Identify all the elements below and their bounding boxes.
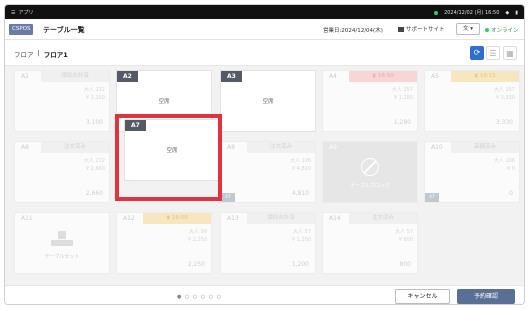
table-status: ⧗ 16:15 (451, 71, 519, 82)
table-card-a1[interactable]: A1 領収合計済 大人 212 ¥ 3,100 3,100 (14, 70, 110, 132)
table-card-a5[interactable]: A5 ⧗ 16:15 大人 157 ¥ 3,330 3,330 (424, 70, 520, 132)
table-set-icon (51, 231, 73, 247)
table-meta: 大人 57 ¥ 1,200 (291, 229, 311, 243)
table-card-a13[interactable]: A13 領収合計済 大人 57 ¥ 1,200 1,200 (220, 212, 316, 274)
business-date: 営業日:2024/12/04(木) (323, 28, 383, 34)
table-card-a10[interactable]: A10 高額済み 大人 106 ¥ 0 0 47 (424, 141, 520, 203)
table-meta: 大人 99 ¥ 2,250 (187, 229, 207, 243)
table-label: A5 (431, 73, 439, 80)
support-link[interactable]: サポートサイト (398, 25, 445, 33)
breadcrumb: フロア | フロア1 (14, 49, 68, 59)
table-status: ⧗ 16:50 (349, 71, 417, 82)
online-label: オンライン (491, 28, 519, 34)
table-label: A14 (329, 215, 341, 222)
crumb-floor[interactable]: フロア (14, 49, 34, 59)
cancel-button[interactable]: キャンセル (395, 289, 450, 304)
support-label: サポートサイト (406, 27, 445, 33)
language-select[interactable]: 文 ▾ (456, 23, 480, 35)
online-dot-icon (485, 28, 489, 32)
table-label: A10 (431, 144, 443, 151)
table-amount: 800 (399, 261, 411, 268)
table-status: 領収合計済 (247, 213, 315, 224)
tablet-frame: ☰ アプリ 2024/12/02 (月) 16:50 ◆ ▮ CSPOS テーブ… (4, 4, 525, 305)
app-label: アプリ (18, 10, 34, 16)
table-status: 領収合計済 (41, 71, 109, 82)
table-meta: 大人 157 ¥ 1,280 (391, 87, 413, 101)
table-status: 高額済み (451, 142, 519, 153)
battery-icon: ▮ (515, 9, 518, 16)
table-card-a11[interactable]: A11 テーブルセット (14, 212, 110, 274)
list-view-icon[interactable]: ☰ (486, 46, 500, 60)
table-label: A3 (221, 71, 242, 82)
table-status: ⧗ 16:50 (143, 213, 211, 224)
selection-highlight (115, 114, 222, 201)
table-vacant-label: 空席 (262, 99, 274, 105)
page-indicator[interactable]: ● ○ ○ ○ ○ ○ (177, 294, 222, 300)
table-set-label: テーブルセット (44, 254, 80, 260)
table-amount: 1,280 (393, 119, 411, 126)
table-time-badge: 47 (425, 193, 439, 202)
table-grid: A1 領収合計済 大人 212 ¥ 3,100 3,100 A2 空席 A3 空… (14, 70, 520, 274)
brand-logo: CSPOS (9, 24, 34, 35)
table-card-a8[interactable]: A8 注文済み 大人 106 ¥ 4,810 4,810 47 (220, 141, 316, 203)
table-label: A13 (227, 215, 239, 222)
table-meta: 大人 57 ¥ 800 (395, 229, 413, 243)
table-card-a3[interactable]: A3 空席 (220, 70, 316, 132)
table-block-label: テーブルブロック (350, 183, 390, 189)
table-vacant-label: 空席 (158, 99, 170, 105)
table-label: A8 (227, 144, 235, 151)
table-amount: 2,250 (187, 261, 205, 268)
table-amount: 0 (509, 190, 513, 197)
page-title: テーブル一覧 (43, 26, 85, 34)
table-amount: 3,330 (495, 119, 513, 126)
support-icon (398, 26, 404, 32)
table-amount: 1,200 (291, 261, 309, 268)
table-label: A1 (21, 73, 29, 80)
table-meta: 大人 106 ¥ 0 (493, 158, 515, 172)
signal-icon (434, 10, 439, 15)
table-label: A6 (21, 144, 29, 151)
table-amount: 3,100 (85, 119, 103, 126)
table-time-badge: 47 (221, 193, 235, 202)
table-label: A11 (21, 215, 33, 222)
menu-icon: ☰ (11, 9, 16, 16)
table-label: A9 (329, 144, 337, 151)
wifi-icon: ◆ (505, 9, 510, 16)
table-card-a6[interactable]: A6 注文済み 大人 212 ¥ 2,660 2,660 (14, 141, 110, 203)
table-status: 注文済み (41, 142, 109, 153)
table-label: A2 (117, 71, 138, 82)
table-amount: 4,810 (291, 190, 309, 197)
datetime: 2024/12/02 (月) 16:50 (444, 10, 500, 16)
bottom-bar: ● ○ ○ ○ ○ ○ キャンセル 予約確認 (5, 285, 524, 304)
crumb-current-floor: フロア1 (43, 51, 68, 59)
table-meta: 大人 212 ¥ 3,100 (83, 87, 105, 101)
app-header: CSPOS テーブル一覧 営業日:2024/12/04(木) サポートサイト 文… (5, 19, 524, 40)
table-amount: 2,660 (85, 190, 103, 197)
floor-bar: フロア | フロア1 ⟳ ☰ ▦ (5, 40, 524, 66)
table-meta: 大人 212 ¥ 2,660 (83, 158, 105, 172)
table-status: 注文済み (349, 213, 417, 224)
online-status: オンライン (485, 26, 519, 34)
table-meta: 大人 157 ¥ 3,330 (493, 87, 515, 101)
status-bar: ☰ アプリ 2024/12/02 (月) 16:50 ◆ ▮ (5, 5, 524, 19)
block-icon (361, 158, 379, 176)
crumb-separator: | (37, 49, 40, 57)
refresh-icon[interactable]: ⟳ (470, 46, 484, 60)
table-status: 注文済み (247, 142, 315, 153)
table-meta: 大人 106 ¥ 4,810 (289, 158, 311, 172)
table-card-a9[interactable]: A9 テーブルブロック (322, 141, 418, 203)
table-card-a12[interactable]: A12 ⧗ 16:50 大人 99 ¥ 2,250 2,250 (116, 212, 212, 274)
table-label: A4 (329, 73, 337, 80)
grid-view-icon[interactable]: ▦ (503, 46, 517, 60)
table-card-a4[interactable]: A4 ⧗ 16:50 大人 157 ¥ 1,280 1,280 (322, 70, 418, 132)
table-label: A12 (123, 215, 135, 222)
reservation-confirm-button[interactable]: 予約確認 (457, 289, 515, 304)
table-card-a14[interactable]: A14 注文済み 大人 57 ¥ 800 800 (322, 212, 418, 274)
